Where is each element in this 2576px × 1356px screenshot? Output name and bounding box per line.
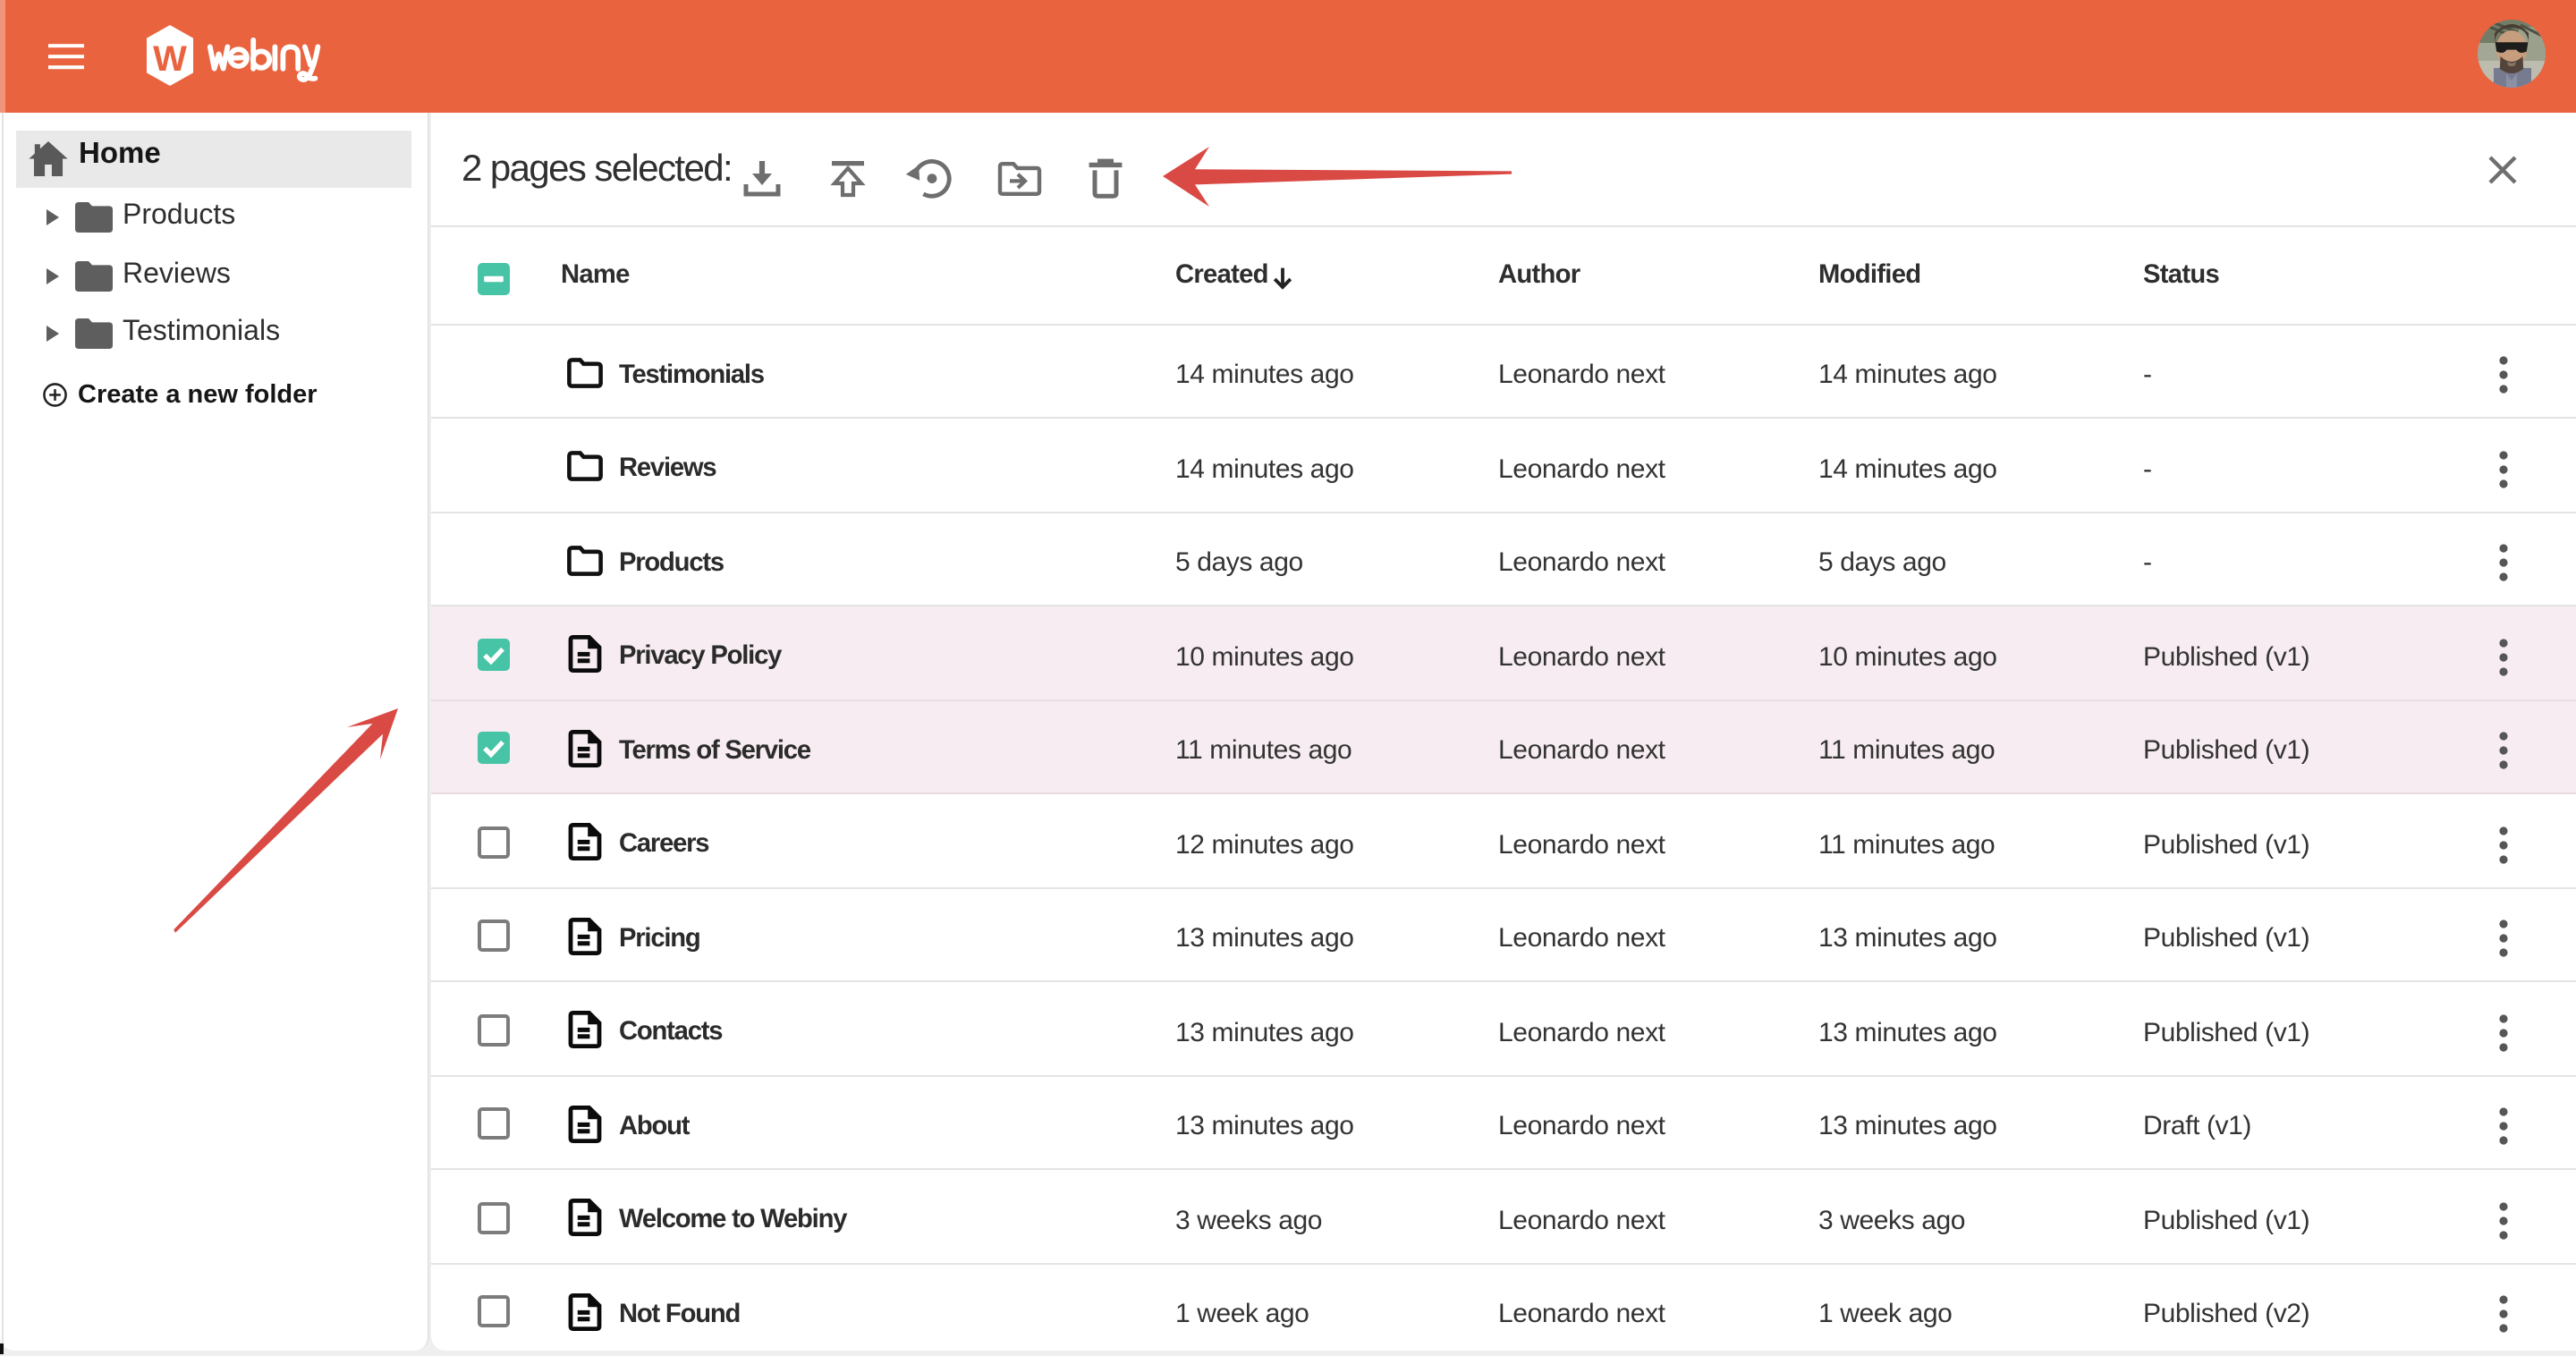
svg-text:W: W [153,39,187,79]
